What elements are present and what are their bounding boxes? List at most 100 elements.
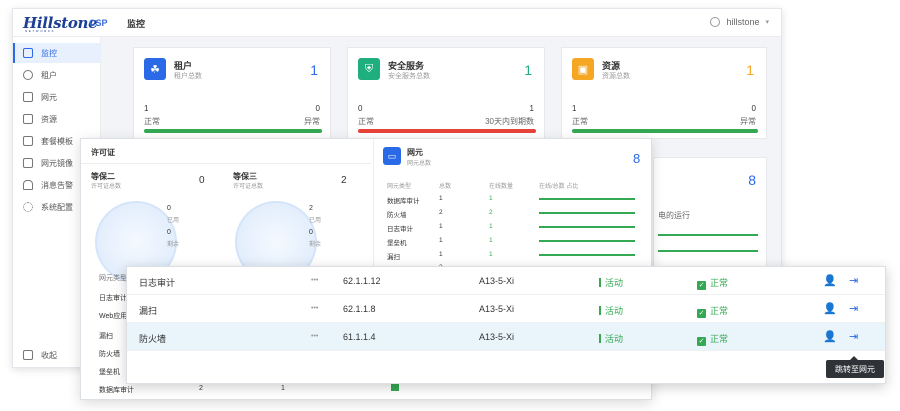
sidebar-item-label: 租户 <box>41 70 57 80</box>
table-row[interactable]: 漏扫 ••• 62.1.1.8 A13-5-Xi 活动 ✓ 正常 👤 ⇥ <box>127 295 885 323</box>
sidebar-item-resource[interactable]: 资源 <box>13 109 101 129</box>
license-item-sub: 许可证总数 <box>91 184 122 190</box>
progress-bar <box>572 129 758 133</box>
more-icon[interactable]: ••• <box>311 305 318 312</box>
shield-icon: ⛨ <box>358 58 380 80</box>
jump-to-netelem-icon[interactable]: ⇥ <box>849 274 858 287</box>
sidebar-item-label: 系统配置 <box>41 202 73 212</box>
list-item: 防火墙 <box>99 351 120 358</box>
card-right-value: 0 <box>315 104 320 113</box>
check-icon: ✓ <box>697 309 706 318</box>
device-version: A13-5-Xi <box>479 304 515 314</box>
license-remain-label: 剩余 <box>309 242 322 248</box>
check-icon: ✓ <box>697 281 706 290</box>
health-text: 正常 <box>710 306 729 316</box>
db-online: 1 <box>281 385 285 392</box>
table-row[interactable]: 日志审计 ••• 62.1.1.12 A13-5-Xi 活动 ✓ 正常 👤 ⇥ <box>127 267 885 295</box>
user-menu[interactable]: hillstone ▾ <box>710 17 769 27</box>
list-item: 网元类型 <box>99 275 127 282</box>
license-item-count: 0 <box>199 175 205 186</box>
ratio-bar <box>539 226 635 228</box>
resource-card[interactable]: ▣ 资源 资源总数 1 1 0 正常 异常 <box>561 47 767 139</box>
health-badge: ✓ 正常 <box>697 304 728 318</box>
brand-logo-sub: NETWORKS <box>25 29 56 33</box>
sidebar-item-tenant[interactable]: 租户 <box>13 65 101 85</box>
state-badge: 活动 <box>599 332 623 345</box>
device-name: 漏扫 <box>139 306 158 316</box>
device-version: A13-5-Xi <box>479 276 515 286</box>
image-icon <box>23 158 33 168</box>
sidebar-item-label: 网元镜像 <box>41 158 73 168</box>
tenant-icon: ☘ <box>144 58 166 80</box>
user-config-icon[interactable]: 👤 <box>823 274 837 287</box>
more-icon[interactable]: ••• <box>311 333 318 340</box>
netelem-row-online: 1 <box>489 195 493 202</box>
card-subtitle: 租户总数 <box>174 73 202 80</box>
security-service-card[interactable]: ⛨ 安全服务 安全服务总数 1 0 1 正常 30天内到期数 <box>347 47 545 139</box>
tenant-card[interactable]: ☘ 租户 租户总数 1 1 0 正常 异常 <box>133 47 331 139</box>
db-total: 2 <box>199 385 203 392</box>
netelem-row-total: 2 <box>439 209 443 216</box>
netelem-row-total: 1 <box>439 251 443 258</box>
device-name: 防火墙 <box>139 334 167 344</box>
table-row[interactable]: 防火墙 ••• 61.1.1.4 A13-5-Xi 活动 ✓ 正常 👤 ⇥ <box>127 323 885 351</box>
active-indicator <box>599 334 601 343</box>
resource-icon: ▣ <box>572 58 594 80</box>
template-icon <box>23 136 33 146</box>
status-marker <box>391 383 399 391</box>
col-header: 在线数量 <box>489 184 514 190</box>
check-icon: ✓ <box>697 337 706 346</box>
card-left-label: 正常 <box>572 117 588 126</box>
list-item: 数据库审计 <box>99 387 134 394</box>
jump-to-netelem-icon[interactable]: ⇥ <box>849 302 858 315</box>
progress-bar <box>144 129 322 133</box>
netelem-subtitle: 网元总数 <box>407 161 432 167</box>
tooltip: 跳转至网元 <box>826 356 884 378</box>
netelem-row-type: 防火墙 <box>387 212 407 219</box>
netelem-row-total: 1 <box>439 237 443 244</box>
state-badge: 活动 <box>599 304 623 317</box>
sidebar-item-label: 网元 <box>41 92 57 102</box>
more-icon[interactable]: ••• <box>311 277 318 284</box>
netelem-row-type: 漏扫 <box>387 254 400 261</box>
collapse-label: 收起 <box>41 350 57 360</box>
sidebar-item-label: 消息告警 <box>41 180 73 190</box>
gear-icon <box>23 202 33 212</box>
license-remain-label: 剩余 <box>167 242 180 248</box>
user-config-icon[interactable]: 👤 <box>823 330 837 343</box>
netelem-icon: ▭ <box>383 147 401 165</box>
sidebar-item-netelem[interactable]: 网元 <box>13 87 101 107</box>
col-header: 网元类型 <box>387 184 412 190</box>
state-text: 活动 <box>605 334 624 344</box>
license-remain: 0 <box>167 229 171 236</box>
device-name: 日志审计 <box>139 278 176 288</box>
card-right-value: 1 <box>529 104 534 113</box>
sidebar-item-monitor[interactable]: 监控 <box>13 43 101 63</box>
license-used: 0 <box>167 205 171 212</box>
col-header: 在线/总数 占比 <box>539 184 579 190</box>
ratio-bar <box>539 198 635 200</box>
sidebar-item-label: 资源 <box>41 114 57 124</box>
user-name: hillstone <box>726 17 760 27</box>
card-left-value: 0 <box>358 104 363 113</box>
card-right-label: 异常 <box>740 117 756 126</box>
device-ip: 61.1.1.4 <box>343 332 376 342</box>
ratio-bar <box>658 234 758 236</box>
divider <box>81 163 371 164</box>
ratio-bar <box>539 212 635 214</box>
progress-bar <box>358 129 536 133</box>
device-ip: 62.1.1.8 <box>343 304 376 314</box>
netelem-row-type: 数据库审计 <box>387 198 420 205</box>
health-badge: ✓ 正常 <box>697 332 728 346</box>
device-table: 日志审计 ••• 62.1.1.12 A13-5-Xi 活动 ✓ 正常 👤 ⇥ 漏… <box>126 266 886 384</box>
jump-to-netelem-icon[interactable]: ⇥ <box>849 330 858 343</box>
netelem-count: 8 <box>633 151 641 166</box>
netelem-row-type: 堡垒机 <box>387 240 407 247</box>
card-left-label: 正常 <box>358 117 374 126</box>
card-left-value: 1 <box>144 104 149 113</box>
state-text: 活动 <box>605 306 624 316</box>
state-badge: 活动 <box>599 276 623 289</box>
user-config-icon[interactable]: 👤 <box>823 302 837 315</box>
product-label: CSP <box>89 18 108 28</box>
page-title: 监控 <box>127 19 146 29</box>
